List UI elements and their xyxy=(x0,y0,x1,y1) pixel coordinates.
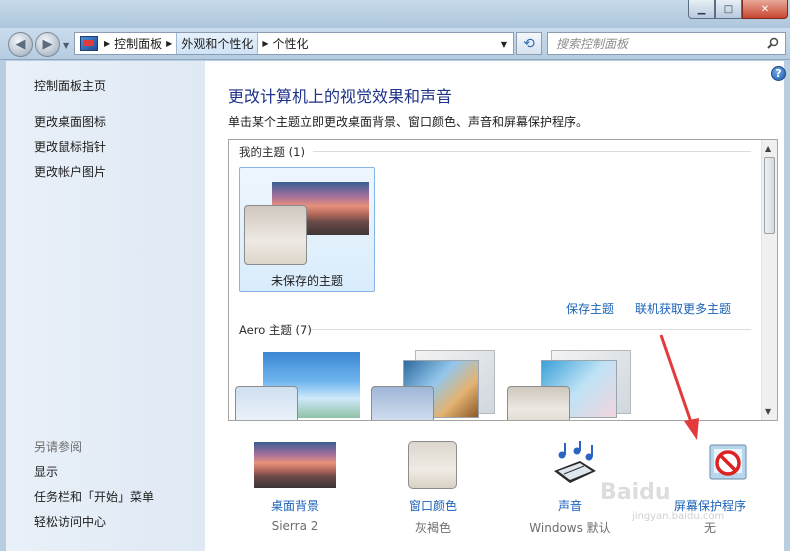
watermark-url: jingyan.baidu.com xyxy=(632,511,725,522)
watermark-logo: Baidu xyxy=(600,480,671,505)
annotation-arrow-icon xyxy=(659,334,699,440)
